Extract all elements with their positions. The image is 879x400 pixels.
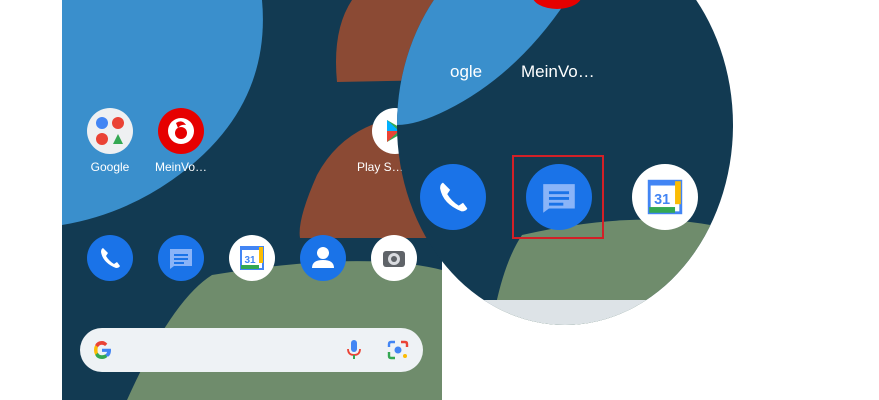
phone-icon — [87, 235, 133, 281]
calendar-day-text: 31 — [244, 255, 256, 266]
google-folder-icon — [87, 108, 133, 154]
contacts-icon — [300, 235, 346, 281]
google-lens-icon[interactable] — [387, 340, 409, 360]
vodafone-icon — [158, 108, 204, 154]
dock-contacts[interactable] — [300, 235, 346, 281]
calendar-day-text: 31 — [654, 192, 670, 208]
calendar-icon: 31 — [229, 235, 275, 281]
home-screen: Google MeinVo… Play S… 31 — [62, 0, 442, 400]
calendar-icon: 31 — [647, 179, 683, 215]
messages-icon — [158, 235, 204, 281]
zoom-calendar-icon[interactable]: 31 — [632, 164, 698, 230]
zoom-label-google: ogle — [450, 62, 483, 81]
app-google[interactable]: Google — [72, 108, 148, 174]
highlight-box — [512, 155, 604, 239]
dock-calendar[interactable]: 31 — [229, 235, 275, 281]
dock-messages[interactable] — [158, 235, 204, 281]
search-bar[interactable] — [80, 328, 423, 372]
app-meinvodafone[interactable]: MeinVo… — [143, 108, 219, 174]
google-g-icon — [94, 341, 111, 359]
zoom-phone-icon[interactable] — [420, 164, 486, 230]
microphone-icon[interactable] — [346, 339, 362, 361]
dock-phone[interactable] — [87, 235, 133, 281]
app-label: Google — [90, 160, 130, 174]
app-label: MeinVo… — [154, 160, 208, 174]
zoom-label-meinvodafone: MeinVo… — [521, 62, 595, 81]
phone-icon — [440, 182, 468, 212]
app-label: Play S… — [357, 160, 402, 174]
